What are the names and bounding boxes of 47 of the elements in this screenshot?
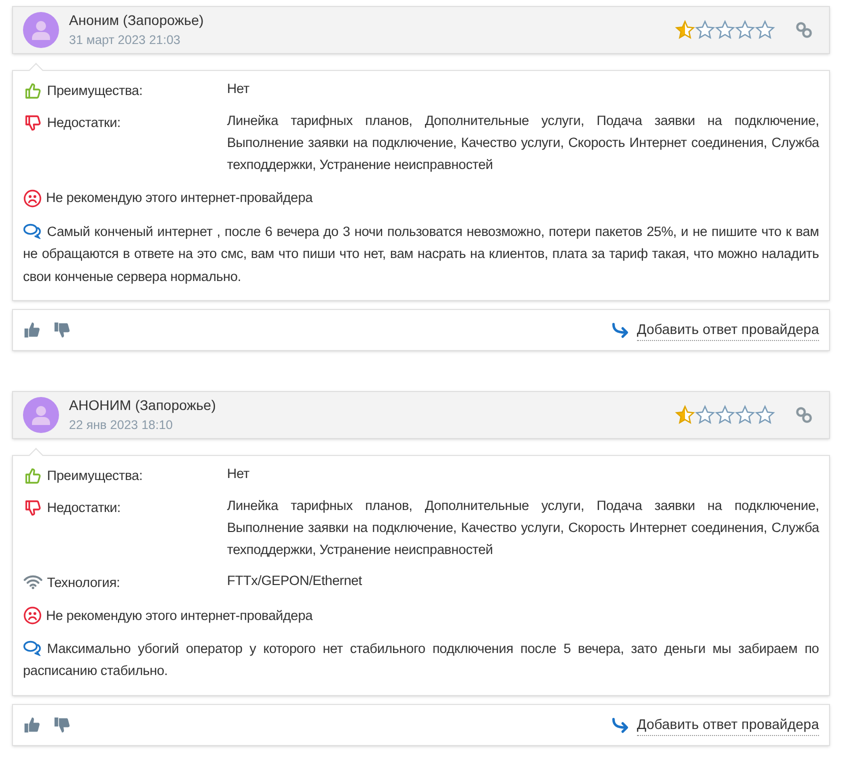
star-icon — [715, 20, 735, 40]
avatar-icon — [23, 397, 59, 433]
star-icon — [695, 405, 715, 425]
field-value: Линейка тарифных планов, Дополнительные услуги, Подача заявки на подключение, Выполнение заявки на подключение, Качество услуги, Скорость Интернет соединения, Служба техподдержки, Устранение неисправностей — [227, 497, 819, 560]
field-label: Недостатки: — [47, 499, 121, 518]
speech-bubbles-icon — [23, 222, 43, 238]
speech-bubbles-icon — [23, 640, 43, 656]
field-value: FTTx/GEPON/Ethernet — [227, 572, 362, 590]
field-value: Нет — [227, 80, 250, 98]
reply-arrow-icon — [610, 321, 631, 339]
thumbs-up-icon — [24, 467, 42, 485]
thumbs-down-icon[interactable] — [53, 716, 71, 734]
star-icon — [735, 405, 755, 425]
review-comment: Максимально убогий оператор у которого нет стабильного подключения после 5 вечера, зато деньги мы забираем по расписанию стабильно. — [23, 638, 819, 680]
field-label: Недостатки: — [47, 114, 121, 132]
star-icon — [695, 20, 715, 40]
field-label: Технология: — [47, 574, 120, 592]
add-reply-link[interactable]: Добавить ответ провайдера — [636, 714, 819, 736]
field-label: Преимущества: — [47, 82, 143, 100]
thumbs-down-icon — [24, 499, 42, 518]
field-label: Преимущества: — [47, 467, 143, 485]
thumbs-up-icon[interactable] — [23, 716, 41, 734]
thumbs-up-icon[interactable] — [23, 321, 41, 339]
wifi-icon — [23, 574, 43, 590]
review-date: 22 янв 2023 18:10 — [69, 417, 174, 434]
thumbs-down-icon — [24, 114, 42, 132]
avatar-icon — [23, 12, 59, 48]
recommendation-text: Не рекомендую этого интернет-провайдера — [46, 606, 313, 625]
star-icon — [715, 405, 735, 425]
add-reply-link[interactable]: Добавить ответ провайдера — [636, 319, 819, 341]
review-date: 31 март 2023 21:03 — [69, 32, 182, 50]
thumbs-down-icon[interactable] — [53, 321, 71, 339]
star-icon — [755, 405, 775, 425]
star-icon — [755, 20, 775, 40]
thumbs-up-icon — [24, 82, 42, 100]
star-icon — [675, 20, 695, 40]
link-icon[interactable] — [795, 21, 813, 39]
star-icon — [735, 20, 755, 40]
field-value: Нет — [227, 465, 250, 483]
author-name: АНОНИМ (Запорожье) — [69, 396, 216, 416]
field-value: Линейка тарифных планов, Дополнительные услуги, Подача заявки на подключение, Выполнение заявки на подключение, Качество услуги, Скорость Интернет соединения, Служба техподдержки, Устранение неисправностей — [227, 112, 819, 174]
recommendation-text: Не рекомендую этого интернет-провайдера — [46, 189, 313, 208]
link-icon[interactable] — [795, 406, 813, 424]
review-comment: Самый конченый интернет , после 6 вечера до 3 ночи пользоватся невозможно, потери пакетов 25%, и не пишите что к вам не обращаются в ответе на это смс, вам что пиши что нет, вам насрать на клиентов, плата за тариф такая, что можно наладить свои конченые сервера нормально. — [23, 222, 819, 286]
star-icon — [675, 405, 695, 425]
reply-arrow-icon — [610, 716, 631, 734]
author-name: Аноним (Запорожье) — [69, 11, 204, 30]
